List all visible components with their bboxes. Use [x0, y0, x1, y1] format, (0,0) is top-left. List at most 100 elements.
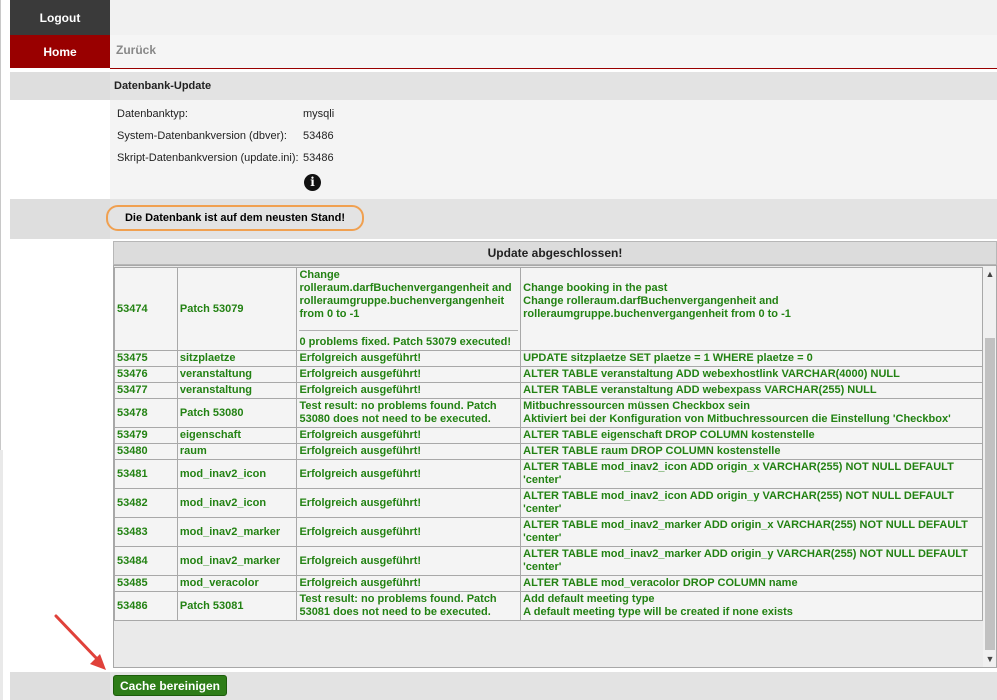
patch-name: mod_inav2_icon [176, 459, 298, 489]
table-row: 53477 veranstaltung Erfolgreich ausgeführt… [114, 382, 983, 399]
patch-sql: ALTER TABLE veranstaltung ADD webexhostl… [520, 366, 983, 383]
patch-sql-line1: ALTER TABLE mod_inav2_marker ADD origin_… [523, 519, 968, 544]
patch-sql: ALTER TABLE mod_veracolor DROP COLUMN na… [520, 575, 983, 592]
patch-sql-line1: ALTER TABLE mod_veracolor DROP COLUMN na… [523, 577, 798, 589]
table-row: 53474 Patch 53079 Change rolleraum.darfB… [114, 267, 983, 351]
result-separator [299, 330, 519, 331]
section-title: Datenbank-Update [110, 72, 997, 100]
patch-name: eigenschaft [176, 427, 298, 444]
patch-sql-line1: ALTER TABLE mod_inav2_icon ADD origin_x … [523, 461, 954, 486]
patch-result-top: Change rolleraum.darfBuchenvergangenheit… [299, 269, 512, 320]
script-db-version-value: 53486 [303, 152, 334, 164]
patch-name: Patch 53079 [176, 267, 298, 351]
home-button[interactable]: Home [10, 35, 110, 68]
update-header: Update abgeschlossen! [113, 241, 997, 265]
patch-name: veranstaltung [176, 382, 298, 399]
divider [110, 68, 997, 69]
patch-sql: ALTER TABLE veranstaltung ADD webexpass … [520, 382, 983, 399]
scroll-up-icon[interactable]: ▲ [984, 268, 996, 280]
back-link[interactable]: Zurück [116, 43, 156, 57]
patch-sql-line2: Change rolleraum.darfBuchenvergangenheit… [523, 295, 791, 320]
patch-result: Erfolgreich ausgeführt! [296, 427, 522, 444]
patch-id: 53477 [114, 382, 178, 399]
patch-name: Patch 53081 [176, 591, 298, 621]
patch-id: 53480 [114, 443, 178, 460]
sidebar-spacer [10, 199, 110, 239]
scroll-down-icon[interactable]: ▼ [984, 653, 996, 665]
patch-sql: ALTER TABLE mod_inav2_marker ADD origin_… [520, 517, 983, 547]
window-edge-lower [0, 450, 3, 700]
patch-name: mod_inav2_icon [176, 488, 298, 518]
patch-sql-line1: UPDATE sitzplaetze SET plaetze = 1 WHERE… [523, 352, 813, 364]
patch-id: 53475 [114, 350, 178, 367]
patch-name: mod_inav2_marker [176, 546, 298, 576]
patch-result: Change rolleraum.darfBuchenvergangenheit… [296, 267, 522, 351]
table-row: 53478 Patch 53080 Test result: no problems… [114, 398, 983, 428]
patch-id: 53486 [114, 591, 178, 621]
patch-sql-line1: ALTER TABLE mod_inav2_marker ADD origin_… [523, 548, 968, 573]
patch-name: Patch 53080 [176, 398, 298, 428]
patch-id: 53476 [114, 366, 178, 383]
update-results-table: 53474 Patch 53079 Change rolleraum.darfB… [114, 267, 983, 621]
sidebar-spacer [10, 72, 110, 100]
logout-button[interactable]: Logout [10, 0, 110, 35]
patch-name: veranstaltung [176, 366, 298, 383]
top-bar [110, 0, 997, 35]
patch-sql: ALTER TABLE raum DROP COLUMN kostenstell… [520, 443, 983, 460]
info-icon[interactable]: i [304, 174, 321, 191]
patch-sql: ALTER TABLE mod_inav2_icon ADD origin_x … [520, 459, 983, 489]
patch-sql: Change booking in the past Change roller… [520, 267, 983, 351]
scrollbar-thumb[interactable] [985, 338, 995, 650]
table-row: 53479 eigenschaft Erfolgreich ausgeführt! A… [114, 427, 983, 444]
patch-result: Erfolgreich ausgeführt! [296, 350, 522, 367]
patch-sql-line1: ALTER TABLE veranstaltung ADD webexhostl… [523, 368, 900, 380]
back-bar [110, 35, 997, 68]
patch-sql-line1: ALTER TABLE raum DROP COLUMN kostenstell… [523, 445, 781, 457]
patch-id: 53474 [114, 267, 178, 351]
left-sidebar [10, 0, 110, 700]
table-row: 53476 veranstaltung Erfolgreich ausgeführt… [114, 366, 983, 383]
patch-id: 53479 [114, 427, 178, 444]
patch-sql: ALTER TABLE mod_inav2_marker ADD origin_… [520, 546, 983, 576]
patch-id: 53481 [114, 459, 178, 489]
patch-sql-line1: Change booking in the past [523, 282, 668, 294]
db-type-value: mysqli [303, 108, 335, 120]
db-type-label: Datenbanktyp: [117, 108, 188, 120]
clear-cache-button[interactable]: Cache bereinigen [113, 675, 227, 696]
patch-id: 53478 [114, 398, 178, 428]
patch-id: 53485 [114, 575, 178, 592]
patch-id: 53482 [114, 488, 178, 518]
patch-sql-line1: Add default meeting type [523, 593, 655, 605]
patch-sql-line1: ALTER TABLE mod_inav2_icon ADD origin_y … [523, 490, 954, 515]
patch-result: Erfolgreich ausgeführt! [296, 488, 522, 518]
update-results-panel[interactable]: 53474 Patch 53079 Change rolleraum.darfB… [113, 265, 997, 668]
patch-result: Erfolgreich ausgeführt! [296, 459, 522, 489]
patch-sql-line1: Mitbuchressourcen müssen Checkbox sein [523, 400, 750, 412]
table-row: 53480 raum Erfolgreich ausgeführt! ALTER TA… [114, 443, 983, 460]
info-panel [110, 100, 997, 199]
patch-result: Erfolgreich ausgeführt! [296, 546, 522, 576]
system-db-version-label: System-Datenbankversion (dbver): [117, 130, 287, 142]
table-row: 53481 mod_inav2_icon Erfolgreich ausgeführ… [114, 459, 983, 489]
patch-id: 53483 [114, 517, 178, 547]
patch-sql: ALTER TABLE eigenschaft DROP COLUMN kost… [520, 427, 983, 444]
script-db-version-label: Skript-Datenbankversion (update.ini): [117, 152, 299, 164]
patch-name: mod_veracolor [176, 575, 298, 592]
patch-sql: UPDATE sitzplaetze SET plaetze = 1 WHERE… [520, 350, 983, 367]
patch-name: sitzplaetze [176, 350, 298, 367]
patch-sql: Add default meeting type A default meetin… [520, 591, 983, 621]
red-arrow-icon [54, 614, 106, 670]
patch-result: Test result: no problems found. Patch 53… [296, 591, 522, 621]
table-row: 53485 mod_veracolor Erfolgreich ausgeführt… [114, 575, 983, 592]
patch-sql: Mitbuchressourcen müssen Checkbox sein Ak… [520, 398, 983, 428]
patch-result: Erfolgreich ausgeführt! [296, 575, 522, 592]
system-db-version-value: 53486 [303, 130, 334, 142]
patch-result: Erfolgreich ausgeführt! [296, 443, 522, 460]
patch-sql: ALTER TABLE mod_inav2_icon ADD origin_y … [520, 488, 983, 518]
bottom-bar [110, 672, 997, 700]
patch-sql-line1: ALTER TABLE veranstaltung ADD webexpass … [523, 384, 877, 396]
patch-name: raum [176, 443, 298, 460]
patch-sql-line1: ALTER TABLE eigenschaft DROP COLUMN kost… [523, 429, 815, 441]
patch-result: Erfolgreich ausgeführt! [296, 517, 522, 547]
patch-result-bottom: 0 problems fixed. Patch 53079 executed! [299, 336, 511, 348]
